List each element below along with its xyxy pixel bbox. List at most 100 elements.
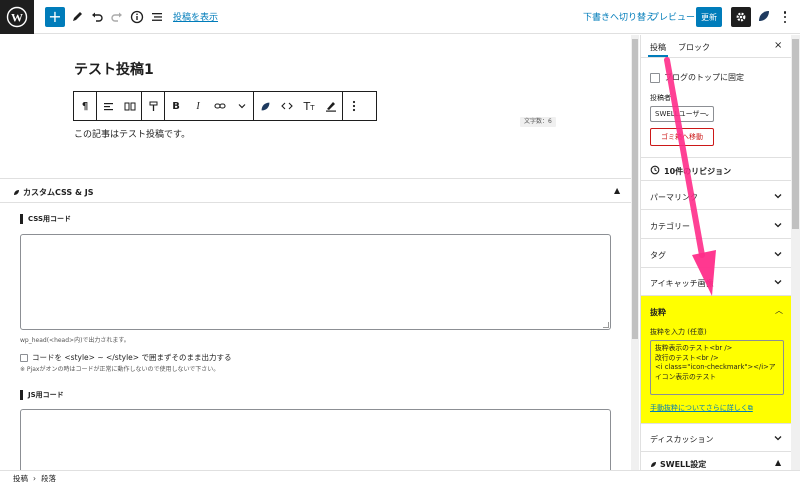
wordpress-logo-button[interactable]: W bbox=[0, 0, 34, 34]
tab-post[interactable]: 投稿 bbox=[648, 42, 668, 57]
details-button[interactable] bbox=[127, 7, 147, 27]
collapse-caret-icon[interactable]: ▲ bbox=[775, 458, 781, 467]
collapse-caret-icon[interactable]: ▲ bbox=[614, 186, 620, 195]
list-view-button[interactable] bbox=[147, 7, 167, 27]
sidebar-scrollbar[interactable] bbox=[791, 35, 800, 470]
view-post-link[interactable]: 投稿を表示 bbox=[173, 10, 218, 23]
resize-handle-icon[interactable] bbox=[603, 322, 609, 328]
history-icon bbox=[650, 165, 660, 175]
swell-leaf-icon bbox=[261, 102, 269, 110]
chevron-down-icon bbox=[774, 194, 782, 199]
featured-image-label: アイキャッチ画像 bbox=[650, 279, 714, 288]
swell-leaf-icon bbox=[651, 462, 656, 467]
highlight-button[interactable] bbox=[320, 92, 342, 120]
raw-output-option: コードを <style> ~ </style> で囲まずそのまま出力する bbox=[20, 352, 231, 363]
undo-icon bbox=[92, 12, 103, 22]
move-to-trash-button[interactable]: ゴミ箱へ移動 bbox=[650, 128, 714, 146]
more-dot-icon bbox=[783, 15, 787, 19]
swell-leaf-icon[interactable] bbox=[757, 9, 771, 23]
code-icon bbox=[281, 102, 293, 110]
block-breadcrumb: 投稿 › 段落 bbox=[0, 470, 800, 486]
metabox-title: カスタムCSS & JS bbox=[23, 188, 94, 197]
editor-canvas: テスト投稿1 文字数：6 ¶ B I TT この記事はテスト投稿です。 bbox=[0, 35, 631, 178]
excerpt-panel: 抜粋 ︿ 抜粋を入力 (任意) 抜粋表示のテスト<br /> 改行のテスト<br… bbox=[641, 296, 792, 424]
char-count-badge: 文字数：6 bbox=[520, 117, 556, 127]
paragraph-block[interactable]: この記事はテスト投稿です。 bbox=[74, 127, 190, 140]
tag-label: タグ bbox=[650, 251, 666, 260]
bold-icon: B bbox=[172, 100, 180, 112]
sidebar-item-discussion[interactable]: ディスカッション bbox=[641, 424, 792, 452]
tab-block[interactable]: ブロック bbox=[678, 42, 710, 53]
sticky-option: ブログのトップに固定 bbox=[650, 72, 744, 83]
breadcrumb-paragraph[interactable]: 段落 bbox=[41, 473, 56, 484]
preview-button[interactable]: プレビュー bbox=[650, 10, 695, 23]
style-copy-button[interactable] bbox=[142, 92, 164, 120]
author-select[interactable]: SWELLユーザー ⌄ bbox=[650, 106, 714, 122]
chevron-down-icon bbox=[774, 252, 782, 257]
block-options-button[interactable] bbox=[343, 92, 365, 120]
swell-settings-label: SWELL設定 bbox=[660, 460, 707, 469]
sidebar-item-tag[interactable]: タグ bbox=[641, 239, 792, 268]
css-code-label: CSS用コード bbox=[20, 214, 71, 224]
italic-icon: I bbox=[196, 100, 200, 112]
permalink-label: パーマリンク bbox=[650, 193, 698, 202]
bold-button[interactable]: B bbox=[165, 92, 187, 120]
italic-button[interactable]: I bbox=[187, 92, 209, 120]
link-button[interactable] bbox=[209, 92, 231, 120]
js-code-label: JS用コード bbox=[20, 390, 64, 400]
sticky-checkbox[interactable] bbox=[650, 72, 660, 83]
chevron-up-icon[interactable]: ︿ bbox=[775, 305, 783, 316]
sidebar-item-permalink[interactable]: パーマリンク bbox=[641, 181, 792, 210]
raw-output-checkbox[interactable] bbox=[20, 353, 28, 362]
excerpt-help-link[interactable]: 手動抜粋についてさらに詳しく⧉ bbox=[650, 403, 753, 413]
block-inserter-button[interactable]: + bbox=[45, 7, 65, 27]
excerpt-help-link-text: 手動抜粋についてさらに詳しく bbox=[650, 404, 748, 412]
author-value: SWELLユーザー bbox=[655, 110, 707, 118]
sidebar-scrollbar-thumb[interactable] bbox=[792, 39, 799, 229]
tools-button[interactable] bbox=[67, 7, 87, 27]
excerpt-textarea[interactable]: 抜粋表示のテスト<br /> 改行のテスト<br /> <i class="ic… bbox=[650, 340, 784, 395]
sidebar-item-category[interactable]: カテゴリー bbox=[641, 210, 792, 239]
chevron-down-icon bbox=[774, 223, 782, 228]
swell-leaf-icon bbox=[14, 190, 19, 195]
paragraph-block-button[interactable]: ¶ bbox=[74, 92, 96, 120]
switch-to-draft-button[interactable]: 下書きへ切り替え bbox=[583, 10, 655, 23]
gear-icon bbox=[736, 12, 746, 22]
vertical-ellipsis-icon bbox=[352, 100, 356, 112]
sidebar-item-featured-image[interactable]: アイキャッチ画像 bbox=[641, 268, 792, 296]
more-dot-icon bbox=[783, 11, 787, 14]
wordpress-logo-icon: W bbox=[6, 6, 28, 28]
align-left-icon bbox=[103, 102, 113, 110]
breadcrumb-post[interactable]: 投稿 bbox=[13, 473, 28, 484]
css-code-textarea[interactable] bbox=[20, 234, 611, 330]
editor-scrollbar[interactable] bbox=[631, 35, 639, 470]
breadcrumb-separator: › bbox=[33, 474, 36, 483]
metabox-header[interactable]: カスタムCSS & JS ▲ bbox=[0, 179, 631, 203]
pencil-icon bbox=[73, 12, 82, 21]
chevron-down-icon bbox=[774, 436, 782, 441]
more-formats-button[interactable] bbox=[231, 92, 253, 120]
undo-button[interactable] bbox=[87, 7, 107, 27]
redo-button[interactable] bbox=[107, 7, 127, 27]
settings-button[interactable] bbox=[731, 7, 751, 27]
font-size-button[interactable]: TT bbox=[298, 92, 320, 120]
marker-icon bbox=[326, 102, 336, 112]
js-code-textarea[interactable] bbox=[20, 409, 611, 471]
select-caret-icon: ⌄ bbox=[704, 110, 710, 118]
update-button[interactable]: 更新 bbox=[696, 7, 722, 27]
revisions-row[interactable]: 10件のリビジョン bbox=[641, 157, 792, 181]
post-title[interactable]: テスト投稿1 bbox=[74, 59, 154, 79]
plus-icon: + bbox=[48, 7, 62, 26]
swell-block-settings-button[interactable] bbox=[119, 92, 141, 120]
more-options-button[interactable] bbox=[778, 9, 792, 25]
editor-scrollbar-thumb[interactable] bbox=[632, 39, 638, 339]
inline-code-button[interactable] bbox=[276, 92, 298, 120]
category-label: カテゴリー bbox=[650, 222, 690, 231]
align-button[interactable] bbox=[97, 92, 119, 120]
excerpt-title[interactable]: 抜粋 bbox=[650, 307, 666, 318]
close-sidebar-button[interactable]: × bbox=[774, 40, 782, 51]
swell-settings-panel[interactable]: SWELL設定 ▲ bbox=[641, 452, 792, 470]
info-icon bbox=[130, 10, 144, 24]
svg-text:W: W bbox=[11, 11, 23, 25]
swell-format-button[interactable] bbox=[254, 92, 276, 120]
